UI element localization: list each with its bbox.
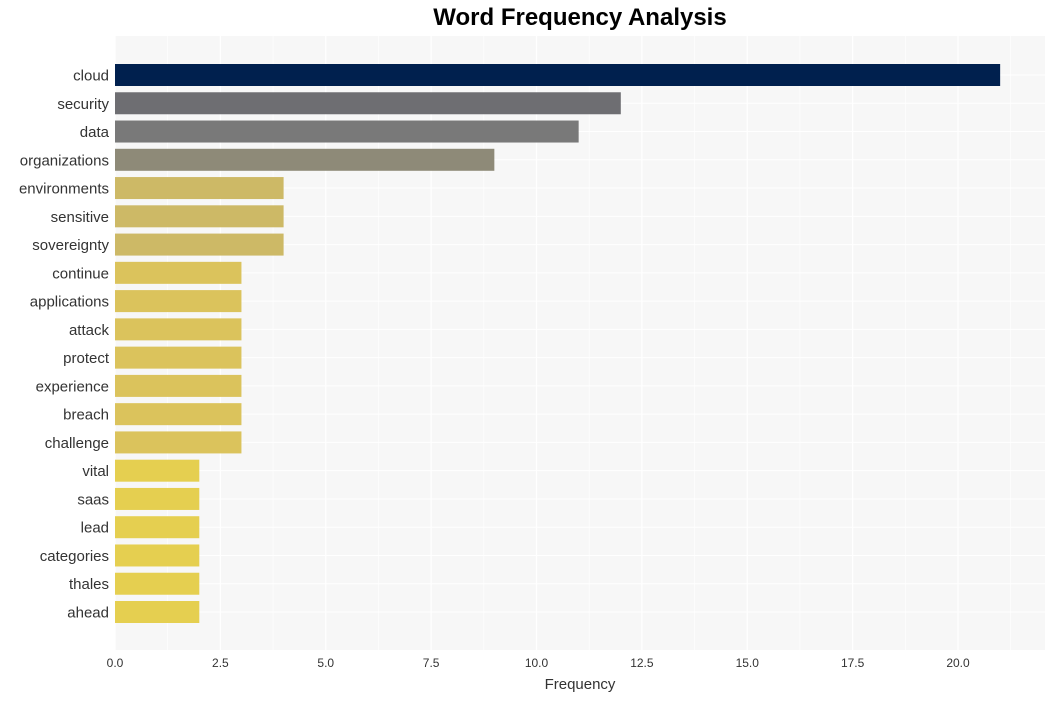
bar-saas <box>115 487 200 510</box>
y-tick-label: data <box>80 124 110 141</box>
bar-vital <box>115 459 200 482</box>
bar-thales <box>115 572 200 595</box>
y-tick-label: ahead <box>67 605 109 622</box>
y-tick-label: vital <box>82 463 109 480</box>
bar-breach <box>115 403 242 426</box>
x-tick-label: 0.0 <box>107 656 124 670</box>
bar-data <box>115 120 579 143</box>
y-tick-label: organizations <box>20 152 109 169</box>
x-tick-label: 12.5 <box>630 656 654 670</box>
y-tick-label: challenge <box>45 435 109 452</box>
y-tick-label: breach <box>63 407 109 424</box>
x-tick-label: 5.0 <box>317 656 334 670</box>
bar-ahead <box>115 601 200 623</box>
y-tick-label: categories <box>40 548 109 565</box>
x-tick-label: 20.0 <box>946 656 970 670</box>
bar-continue <box>115 261 242 284</box>
y-tick-label: protect <box>63 350 110 367</box>
x-tick-label: 2.5 <box>212 656 229 670</box>
bar-sensitive <box>115 205 284 228</box>
x-axis-label: Frequency <box>545 676 616 693</box>
y-tick-label: continue <box>52 265 109 282</box>
y-tick-label: cloud <box>73 68 109 85</box>
bar-experience <box>115 374 242 397</box>
bar-cloud <box>115 64 1001 86</box>
y-tick-label: attack <box>69 322 110 339</box>
bar-protect <box>115 346 242 369</box>
bar-organizations <box>115 148 495 171</box>
bar-applications <box>115 290 242 313</box>
y-tick-label: saas <box>77 491 109 508</box>
bar-challenge <box>115 431 242 454</box>
y-tick-label: sensitive <box>51 209 109 226</box>
x-tick-label: 7.5 <box>423 656 440 670</box>
y-tick-label: thales <box>69 576 109 593</box>
x-tick-label: 15.0 <box>736 656 760 670</box>
bar-lead <box>115 516 200 539</box>
x-tick-label: 17.5 <box>841 656 865 670</box>
bar-chart: cloud security data organizations environmen… <box>19 36 1045 693</box>
y-tick-label: environments <box>19 181 109 198</box>
y-tick-label: experience <box>36 378 109 395</box>
y-tick-label: sovereignty <box>32 237 109 254</box>
bar-security <box>115 92 621 115</box>
bar-environments <box>115 177 284 200</box>
y-tick-label: applications <box>30 294 109 311</box>
y-tick-label: lead <box>81 520 109 537</box>
y-tick-label: security <box>57 96 109 113</box>
bar-categories <box>115 544 200 567</box>
y-axis-labels: cloud security data organizations environmen… <box>19 68 110 622</box>
x-axis-ticks: 0.0 2.5 5.0 7.5 10.0 12.5 15.0 17.5 20.0 <box>107 656 970 670</box>
bar-sovereignty <box>115 233 284 256</box>
x-tick-label: 10.0 <box>525 656 549 670</box>
bar-attack <box>115 318 242 341</box>
